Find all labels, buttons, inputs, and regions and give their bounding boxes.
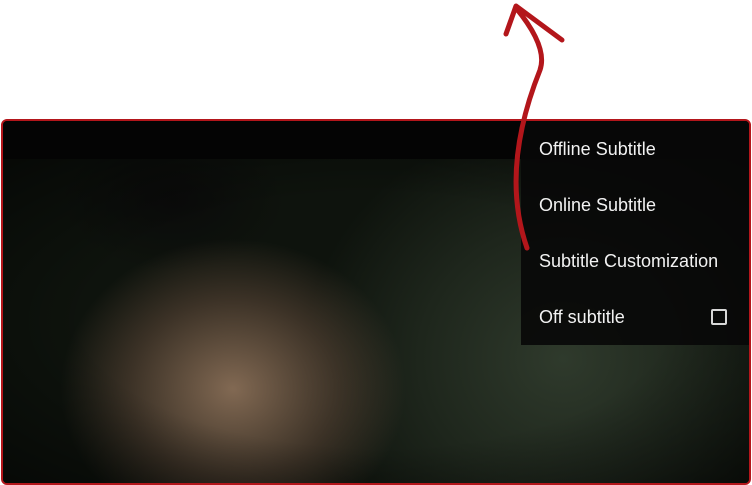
menu-item-label: Subtitle Customization xyxy=(539,250,719,271)
menu-item-offline-subtitle[interactable]: Offline Subtitle xyxy=(521,121,749,177)
menu-item-label: Off subtitle xyxy=(539,306,625,327)
menu-item-subtitle-customization[interactable]: Subtitle Customization xyxy=(521,233,749,289)
menu-item-online-subtitle[interactable]: Online Subtitle xyxy=(521,177,749,233)
video-player[interactable]: Offline Subtitle Online Subtitle Subtitl… xyxy=(1,119,751,485)
menu-item-label: Offline Subtitle xyxy=(539,138,656,159)
menu-item-label: Online Subtitle xyxy=(539,194,657,215)
off-subtitle-checkbox-icon[interactable] xyxy=(711,309,727,325)
subtitle-menu: Offline Subtitle Online Subtitle Subtitl… xyxy=(521,121,749,345)
screenshot-stage: Offline Subtitle Online Subtitle Subtitl… xyxy=(0,0,752,485)
menu-item-off-subtitle[interactable]: Off subtitle xyxy=(521,289,749,345)
